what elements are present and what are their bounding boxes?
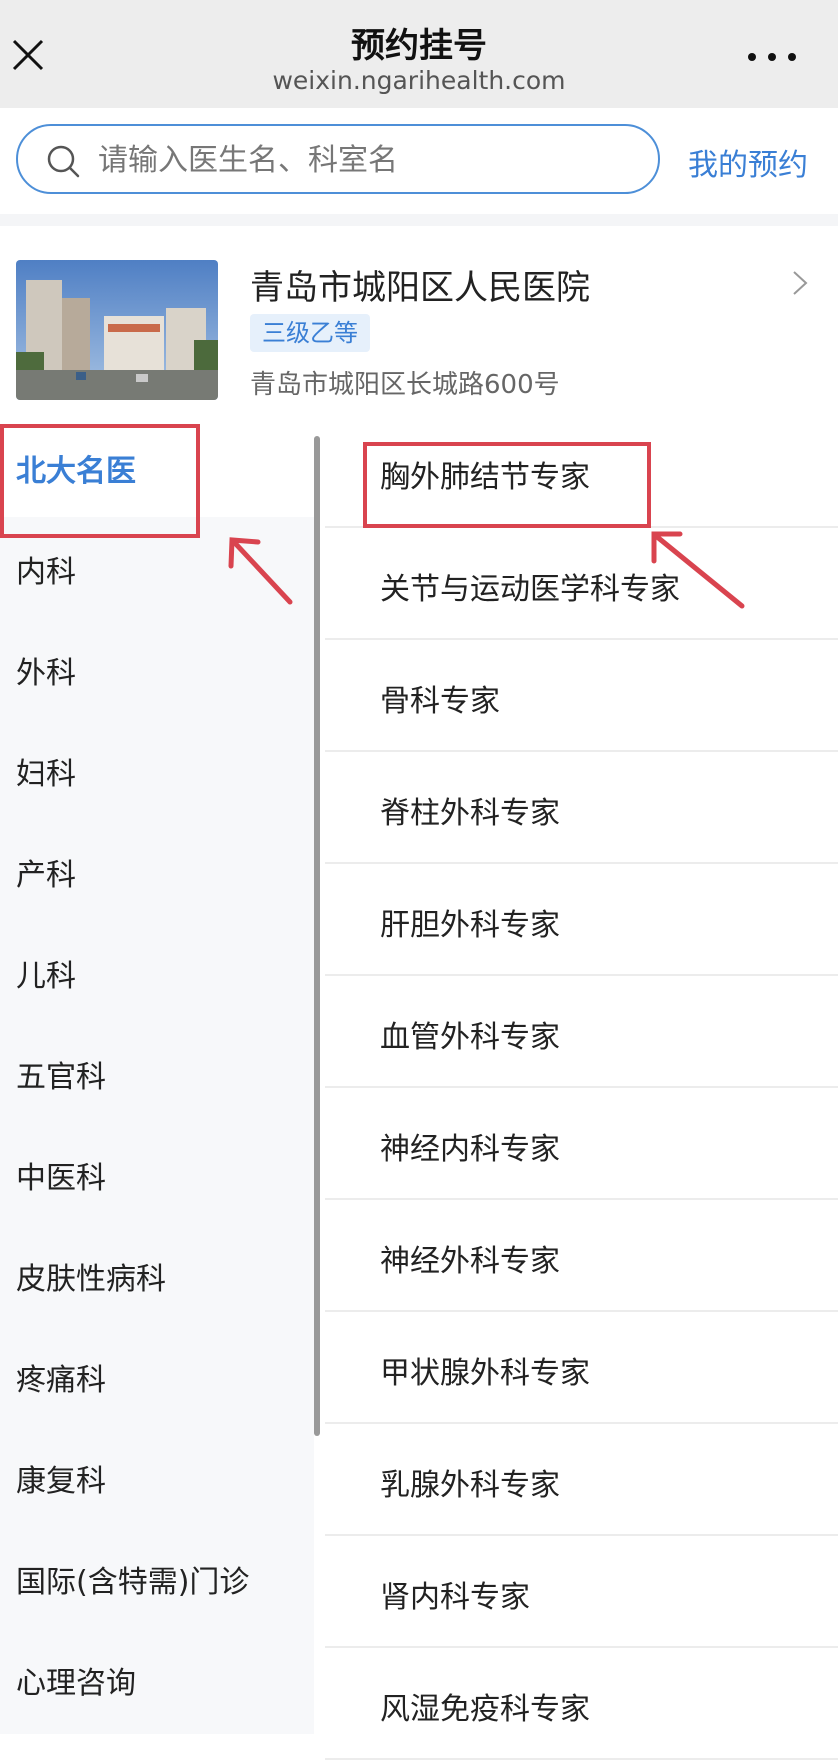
hospital-card[interactable]: 青岛市城阳区人民医院 三级乙等 青岛市城阳区长城路600号 — [0, 226, 838, 416]
category-item[interactable]: 心理咨询 — [0, 1628, 314, 1729]
category-label: 皮肤性病科 — [16, 1262, 166, 1297]
department-label: 甲状腺外科专家 — [380, 1356, 590, 1391]
department-label: 骨科专家 — [380, 684, 500, 719]
hospital-address: 青岛市城阳区长城路600号 — [250, 370, 560, 400]
more-dot-icon — [788, 53, 796, 61]
department-item[interactable]: 骨科专家 — [325, 640, 838, 752]
annotation-highlight-box — [363, 442, 651, 528]
more-dot-icon — [768, 53, 776, 61]
department-label: 血管外科专家 — [380, 1020, 560, 1055]
section-divider — [0, 214, 838, 226]
category-label: 康复科 — [16, 1464, 106, 1499]
department-item[interactable]: 乳腺外科专家 — [325, 1424, 838, 1536]
category-item[interactable]: 疼痛科 — [0, 1325, 314, 1426]
department-item[interactable]: 关节与运动医学科专家 — [325, 528, 838, 640]
search-icon — [47, 145, 80, 178]
category-label: 五官科 — [16, 1060, 106, 1095]
department-label: 风湿免疫科专家 — [380, 1692, 590, 1727]
department-item[interactable]: 甲状腺外科专家 — [325, 1312, 838, 1424]
department-label: 神经外科专家 — [380, 1244, 560, 1279]
hospital-level-badge: 三级乙等 — [250, 314, 370, 352]
category-item[interactable]: 中医科 — [0, 1123, 314, 1224]
hospital-name: 青岛市城阳区人民医院 — [250, 268, 590, 308]
category-item[interactable]: 康复科 — [0, 1426, 314, 1527]
category-label: 内科 — [16, 555, 76, 590]
category-item[interactable]: 五官科 — [0, 1022, 314, 1123]
department-item[interactable]: 血管外科专家 — [325, 976, 838, 1088]
department-item[interactable]: 神经内科专家 — [325, 1088, 838, 1200]
my-appointments-link[interactable]: 我的预约 — [688, 140, 808, 184]
browser-header: 预约挂号 weixin.ngarihealth.com — [0, 0, 838, 108]
category-scrollbar[interactable] — [314, 436, 320, 1436]
category-label: 外科 — [16, 656, 76, 691]
category-item[interactable]: 儿科 — [0, 921, 314, 1022]
department-label: 肝胆外科专家 — [380, 908, 560, 943]
category-label: 疼痛科 — [16, 1363, 106, 1398]
category-label: 中医科 — [16, 1161, 106, 1196]
category-item[interactable]: 产科 — [0, 820, 314, 921]
category-label: 国际(含特需)门诊 — [16, 1565, 250, 1600]
department-list: 胸外肺结节专家 关节与运动医学科专家 骨科专家 脊柱外科专家 肝胆外科专家 血管… — [325, 416, 838, 1760]
category-sidebar: 北大名医 内科 外科 妇科 产科 儿科 五官科 中医科 皮肤性病科 疼痛科 康复… — [0, 416, 314, 1734]
department-label: 肾内科专家 — [380, 1580, 530, 1615]
search-bar: 我的预约 — [0, 108, 838, 214]
category-label: 产科 — [16, 858, 76, 893]
search-box[interactable] — [16, 124, 660, 194]
page-url: weixin.ngarihealth.com — [272, 66, 566, 95]
department-item[interactable]: 肝胆外科专家 — [325, 864, 838, 976]
category-label: 心理咨询 — [16, 1666, 136, 1701]
category-item[interactable]: 皮肤性病科 — [0, 1224, 314, 1325]
department-item[interactable]: 神经外科专家 — [325, 1200, 838, 1312]
annotation-highlight-box — [0, 424, 200, 538]
department-label: 神经内科专家 — [380, 1132, 560, 1167]
category-item[interactable]: 外科 — [0, 618, 314, 719]
department-item[interactable]: 风湿免疫科专家 — [325, 1648, 838, 1760]
search-input[interactable] — [96, 136, 640, 184]
department-label: 脊柱外科专家 — [380, 796, 560, 831]
department-label: 关节与运动医学科专家 — [380, 572, 680, 607]
more-dot-icon — [748, 53, 756, 61]
hospital-photo — [16, 260, 218, 400]
category-label: 妇科 — [16, 757, 76, 792]
department-label: 乳腺外科专家 — [380, 1468, 560, 1503]
category-label: 儿科 — [16, 959, 76, 994]
category-item[interactable]: 妇科 — [0, 719, 314, 820]
department-item[interactable]: 脊柱外科专家 — [325, 752, 838, 864]
department-item[interactable]: 肾内科专家 — [325, 1536, 838, 1648]
page-title: 预约挂号 — [351, 26, 487, 66]
category-item[interactable]: 国际(含特需)门诊 — [0, 1527, 314, 1628]
chevron-right-icon — [793, 271, 808, 295]
more-menu-button[interactable] — [748, 45, 798, 65]
